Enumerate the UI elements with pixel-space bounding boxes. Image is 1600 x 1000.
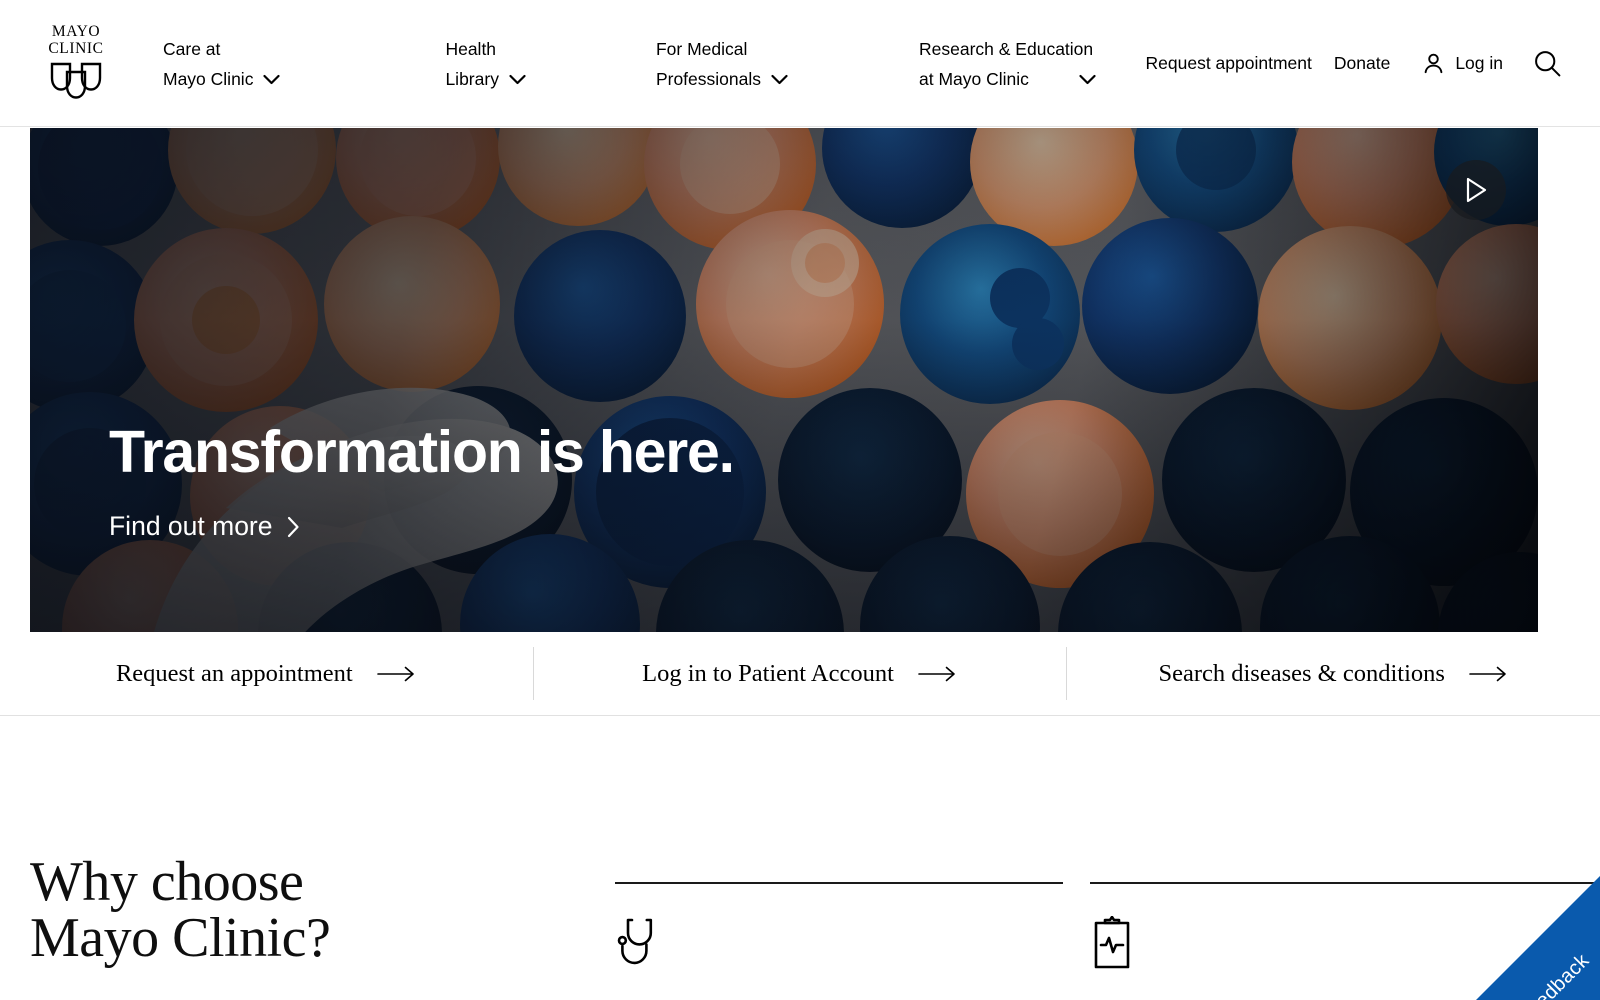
nav-item-line2: Library	[445, 69, 499, 89]
why-choose-heading: Why choose Mayo Clinic?	[30, 851, 331, 969]
site-header: MAYO CLINIC Care at Mayo Clinic Health L…	[0, 0, 1600, 127]
stethoscope-icon	[615, 916, 1063, 972]
person-icon	[1421, 51, 1446, 76]
nav-item-health-library[interactable]: Health Library	[445, 34, 526, 94]
quick-link-label: Request an appointment	[115, 659, 353, 687]
why-choose-card-1[interactable]	[615, 882, 1063, 972]
nav-item-line1: Research & Education	[919, 39, 1094, 59]
log-in-label: Log in	[1455, 53, 1503, 73]
request-appointment-link[interactable]: Request appointment	[1146, 53, 1312, 74]
mayo-clinic-logo[interactable]: MAYO CLINIC	[38, 23, 114, 105]
quick-link-request-an-appointment[interactable]: Request an appointment	[0, 647, 533, 700]
logo-wordmark-line2: CLINIC	[48, 39, 104, 57]
chevron-down-icon	[263, 74, 281, 85]
donate-link[interactable]: Donate	[1334, 53, 1390, 74]
hero-find-out-more-link[interactable]: Find out more	[109, 511, 300, 542]
hero-content: Transformation is here. Find out more	[109, 419, 735, 542]
search-icon[interactable]	[1532, 48, 1563, 79]
card-divider	[615, 882, 1063, 884]
nav-item-line1: Care at	[163, 39, 221, 59]
why-choose-heading-line1: Why choose	[30, 851, 304, 913]
nav-item-line2: at Mayo Clinic	[919, 69, 1029, 89]
nav-item-for-medical-professionals[interactable]: For Medical Professionals	[656, 34, 788, 94]
mayo-three-shields-icon	[38, 60, 114, 105]
primary-navigation: Care at Mayo Clinic Health Library For M…	[163, 34, 1096, 94]
quick-link-label: Log in to Patient Account	[642, 659, 894, 687]
arrow-right-icon	[918, 666, 958, 682]
nav-item-line2: Professionals	[655, 69, 762, 89]
quick-links-bar: Request an appointment Log in to Patient…	[0, 632, 1600, 716]
play-video-button[interactable]	[1446, 160, 1506, 220]
hero-overlay	[30, 128, 1538, 632]
arrow-right-icon	[376, 666, 417, 682]
log-in-button[interactable]: Log in	[1421, 51, 1503, 76]
nav-item-line1: Health	[445, 39, 497, 59]
arrow-right-icon	[1469, 666, 1509, 682]
quick-link-search-diseases-and-conditions[interactable]: Search diseases & conditions	[1066, 647, 1600, 700]
feedback-triangle	[1476, 876, 1600, 1000]
chevron-down-icon	[1079, 74, 1096, 85]
hero-banner: Transformation is here. Find out more	[30, 128, 1538, 632]
nav-item-care-at-mayo-clinic[interactable]: Care at Mayo Clinic	[163, 34, 281, 94]
hero-title: Transformation is here.	[109, 419, 735, 485]
logo-wordmark-line1: MAYO	[51, 23, 101, 40]
nav-item-research-and-education[interactable]: Research & Education at Mayo Clinic	[919, 34, 1096, 94]
quick-link-label: Search diseases & conditions	[1158, 659, 1445, 687]
chevron-down-icon	[509, 74, 526, 85]
hero-cta-label: Find out more	[109, 511, 273, 541]
header-utility-nav: Request appointment Donate Log in	[1146, 0, 1600, 127]
why-choose-section: Why choose Mayo Clinic?	[0, 716, 1600, 1000]
feedback-tab[interactable]: Feedback	[1476, 876, 1600, 1000]
chevron-down-icon	[771, 74, 788, 85]
chevron-right-icon	[287, 516, 300, 538]
why-choose-heading-line2: Mayo Clinic?	[30, 907, 331, 969]
nav-item-line2: Mayo Clinic	[163, 69, 254, 89]
nav-item-line1: For Medical	[655, 39, 748, 59]
play-icon	[1463, 176, 1489, 204]
quick-link-log-in-to-patient-account[interactable]: Log in to Patient Account	[532, 647, 1067, 700]
